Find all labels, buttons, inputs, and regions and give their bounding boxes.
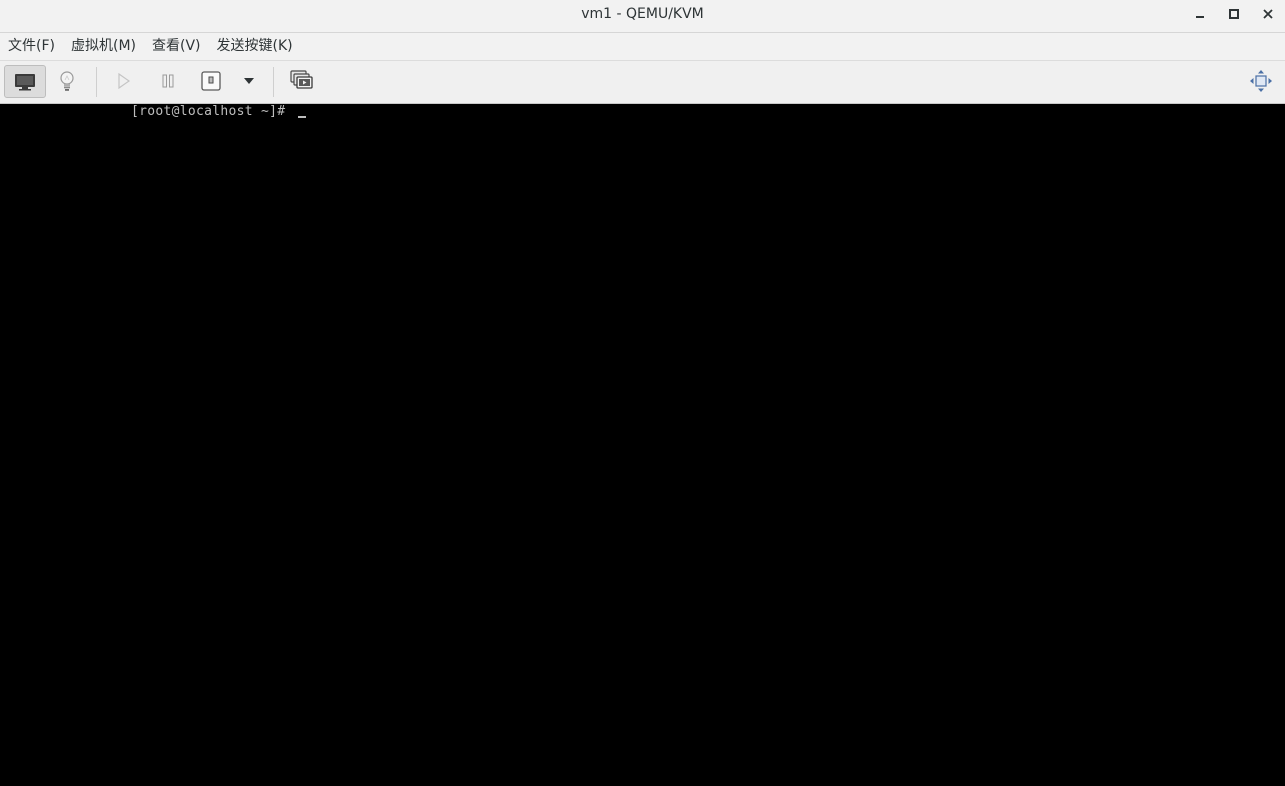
maximize-button[interactable]: [1217, 0, 1251, 28]
window-controls: [1183, 0, 1285, 28]
console-view-button[interactable]: [4, 65, 46, 98]
minimize-icon: [1196, 16, 1204, 18]
screenshots-icon: [290, 70, 313, 89]
console-prompt: [root@localhost ~]#: [131, 104, 294, 119]
minimize-button[interactable]: [1183, 0, 1217, 28]
fullscreen-icon: [1250, 70, 1272, 92]
pause-button[interactable]: [148, 65, 188, 97]
window-title: vm1 - QEMU/KVM: [581, 6, 704, 22]
text-cursor: [297, 116, 306, 118]
power-icon: [201, 71, 221, 91]
menu-bar: 文件(F) 虚拟机(M) 查看(V) 发送按键(K): [0, 33, 1285, 61]
toolbar: [0, 61, 1285, 104]
shutdown-button[interactable]: [191, 65, 231, 97]
shutdown-menu-button[interactable]: [229, 65, 269, 97]
menu-view[interactable]: 查看(V): [146, 33, 207, 60]
toolbar-separator: [273, 67, 274, 97]
play-icon: [118, 73, 131, 89]
run-button[interactable]: [104, 65, 144, 97]
toolbar-separator: [96, 67, 97, 97]
vm-console-display[interactable]: [root@localhost ~]#: [0, 104, 1285, 786]
menu-file[interactable]: 文件(F): [2, 33, 61, 60]
vm-viewer-window: vm1 - QEMU/KVM 文件(F) 虚拟机(M) 查看(V) 发送按键(K…: [0, 0, 1285, 786]
snapshots-button[interactable]: [282, 65, 322, 97]
menu-virtual-machine[interactable]: 虚拟机(M): [65, 33, 142, 60]
console-prompt-line: [root@localhost ~]#: [131, 104, 306, 119]
details-view-button[interactable]: [47, 65, 87, 97]
pause-icon: [162, 74, 174, 88]
close-icon: [1263, 9, 1273, 19]
title-bar[interactable]: vm1 - QEMU/KVM: [0, 0, 1285, 33]
fullscreen-button[interactable]: [1241, 65, 1281, 97]
menu-send-key[interactable]: 发送按键(K): [211, 33, 299, 60]
maximize-icon: [1229, 9, 1239, 19]
monitor-icon: [15, 73, 35, 90]
close-button[interactable]: [1251, 0, 1285, 28]
dropdown-arrow-icon: [244, 78, 254, 84]
lightbulb-icon: [60, 71, 74, 91]
